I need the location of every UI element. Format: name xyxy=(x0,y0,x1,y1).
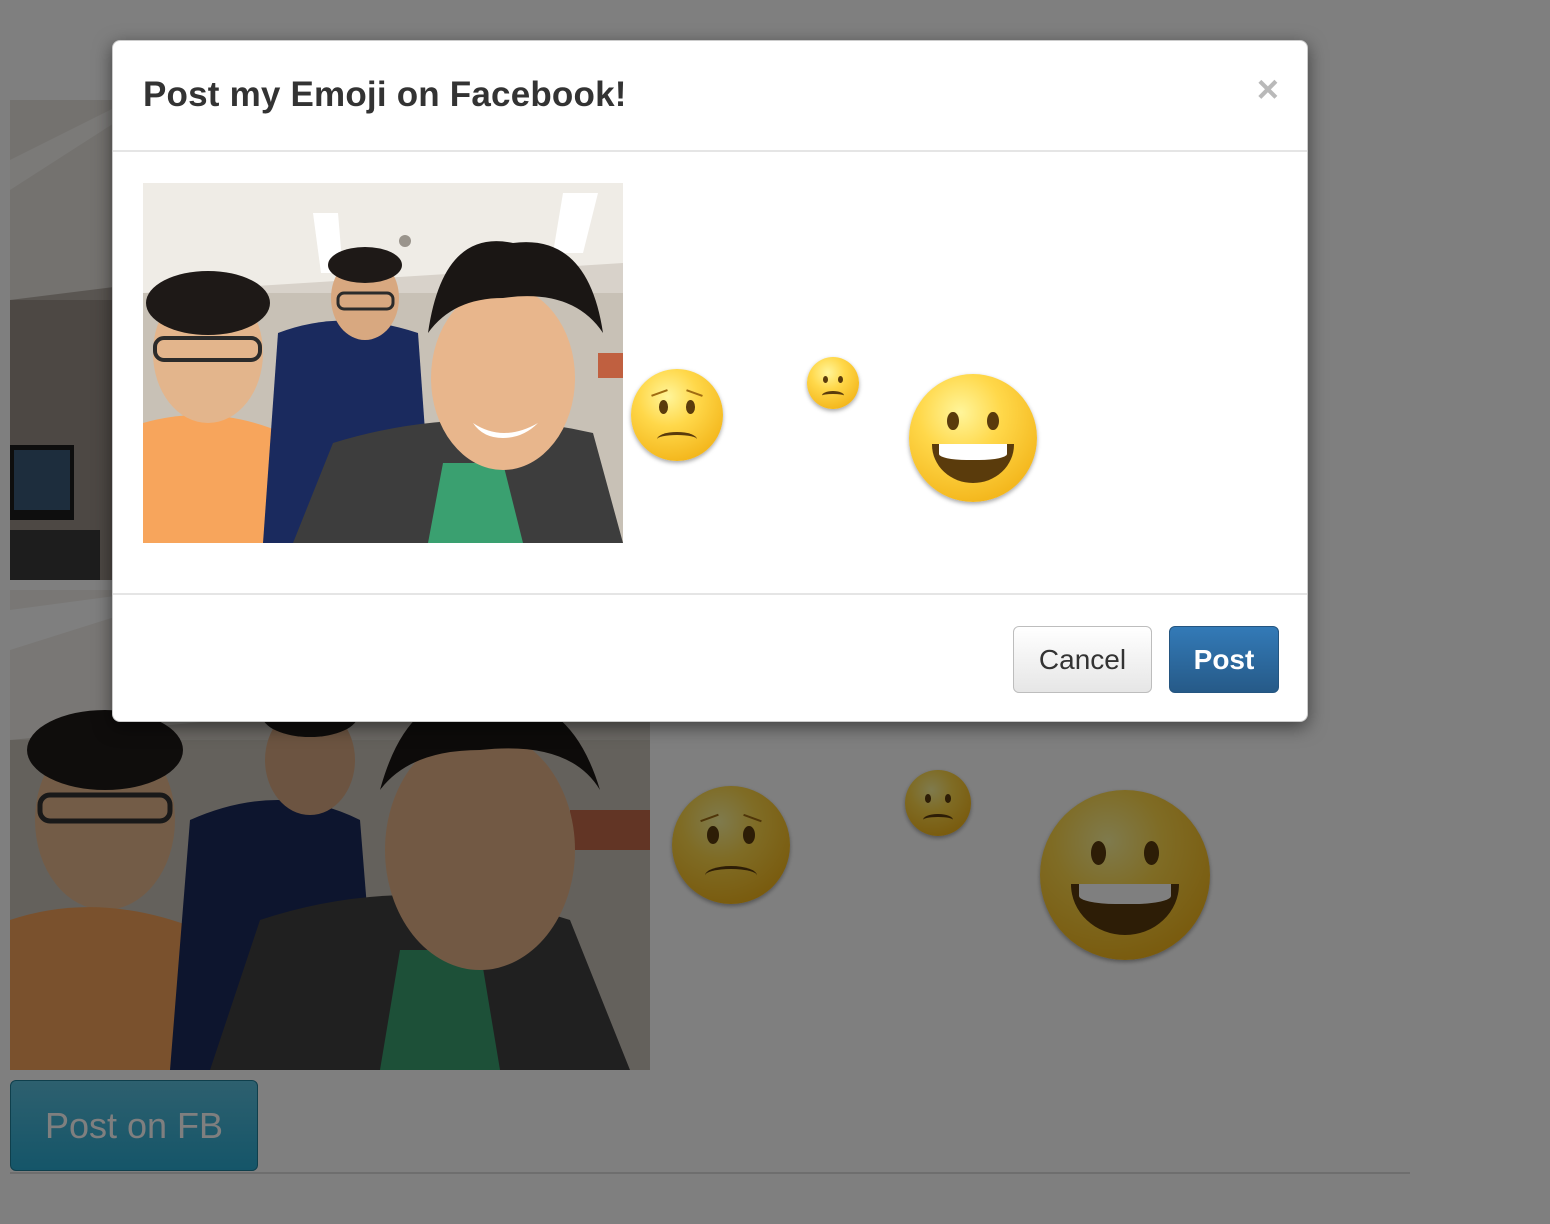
emoji-mouth xyxy=(821,391,845,400)
emoji-eye xyxy=(838,375,844,383)
emoji-brow xyxy=(686,389,703,397)
emoji-eye xyxy=(822,375,828,383)
grinning-face-emoji xyxy=(909,374,1037,502)
emoji-eye xyxy=(658,400,668,415)
emoji-brow xyxy=(651,389,668,397)
worried-face-emoji xyxy=(631,369,723,461)
post-emoji-modal: Post my Emoji on Facebook! × Cancel Post xyxy=(112,40,1308,722)
close-icon[interactable]: × xyxy=(1257,71,1279,109)
emoji-eye xyxy=(947,412,959,431)
modal-footer: Cancel Post xyxy=(113,593,1307,721)
post-button[interactable]: Post xyxy=(1169,626,1279,693)
modal-title: Post my Emoji on Facebook! xyxy=(143,75,627,114)
emoji-eye xyxy=(987,412,999,431)
worried-face-emoji xyxy=(807,357,859,409)
preview-photo xyxy=(143,183,623,543)
preview-photo-image xyxy=(143,183,623,543)
emoji-eye xyxy=(686,400,696,415)
modal-body xyxy=(113,152,1307,593)
cancel-button[interactable]: Cancel xyxy=(1013,626,1152,693)
emoji-mouth xyxy=(656,431,698,447)
emoji-mouth xyxy=(932,444,1014,483)
modal-header: Post my Emoji on Facebook! × xyxy=(113,41,1307,152)
